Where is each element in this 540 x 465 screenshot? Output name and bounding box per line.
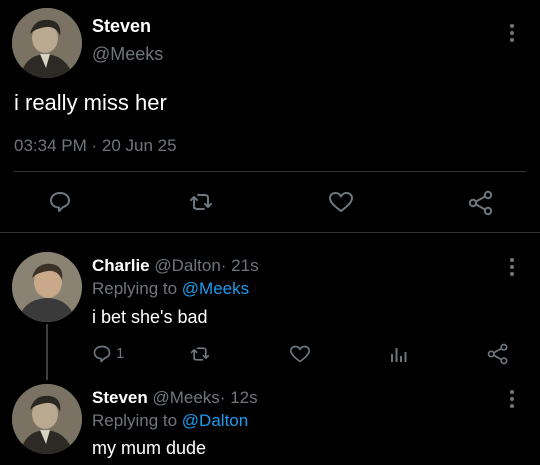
avatar-steven[interactable] bbox=[12, 8, 82, 78]
reply-icon[interactable] bbox=[48, 190, 72, 214]
reply-count: 1 bbox=[116, 345, 125, 362]
reply-header: Steven @Meeks· 12s bbox=[92, 388, 258, 408]
reply-age: · 21s bbox=[220, 256, 259, 275]
divider bbox=[14, 171, 526, 172]
main-display-name[interactable]: Steven bbox=[92, 16, 151, 37]
reply-display-name[interactable]: Steven bbox=[92, 388, 148, 407]
timestamp-separator: · bbox=[91, 136, 98, 155]
more-options-icon[interactable] bbox=[510, 258, 516, 279]
replying-prefix: Replying to bbox=[92, 279, 178, 298]
replying-prefix: Replying to bbox=[92, 411, 178, 430]
share-icon[interactable] bbox=[468, 190, 494, 216]
tweet-date: 20 Jun 25 bbox=[101, 136, 177, 155]
reply-text: my mum dude bbox=[92, 438, 207, 458]
avatar-steven[interactable] bbox=[12, 384, 82, 454]
thread-line bbox=[46, 324, 48, 380]
reply-header: Charlie @Dalton· 21s bbox=[92, 256, 259, 276]
reply-handle[interactable]: @Meeks bbox=[152, 388, 219, 407]
tweet-time: 03:34 PM bbox=[14, 136, 87, 155]
replying-to-link[interactable]: @Meeks bbox=[182, 279, 249, 298]
replying-to-link[interactable]: @Dalton bbox=[182, 411, 248, 430]
more-options-icon[interactable] bbox=[510, 24, 516, 45]
retweet-icon[interactable] bbox=[188, 190, 214, 214]
reply-display-name[interactable]: Charlie bbox=[92, 256, 150, 275]
share-icon[interactable] bbox=[487, 343, 509, 365]
reply-handle[interactable]: @Dalton bbox=[154, 256, 220, 275]
replying-to: Replying to @Meeks bbox=[92, 279, 249, 299]
retweet-icon[interactable] bbox=[189, 344, 211, 364]
analytics-icon[interactable] bbox=[389, 344, 409, 364]
main-tweet-text: i really miss her bbox=[14, 90, 167, 115]
reply-text: i bet she's bad bbox=[92, 307, 208, 327]
reply-icon[interactable] bbox=[92, 344, 112, 364]
heart-icon[interactable] bbox=[289, 344, 311, 364]
more-options-icon[interactable] bbox=[510, 390, 516, 411]
tweet-timestamp: 03:34 PM · 20 Jun 25 bbox=[14, 136, 177, 156]
main-handle[interactable]: @Meeks bbox=[92, 44, 163, 65]
replying-to: Replying to @Dalton bbox=[92, 411, 248, 431]
avatar-charlie[interactable] bbox=[12, 252, 82, 322]
reply-age: · 12s bbox=[219, 388, 258, 407]
heart-icon[interactable] bbox=[328, 190, 354, 214]
divider bbox=[0, 232, 540, 233]
